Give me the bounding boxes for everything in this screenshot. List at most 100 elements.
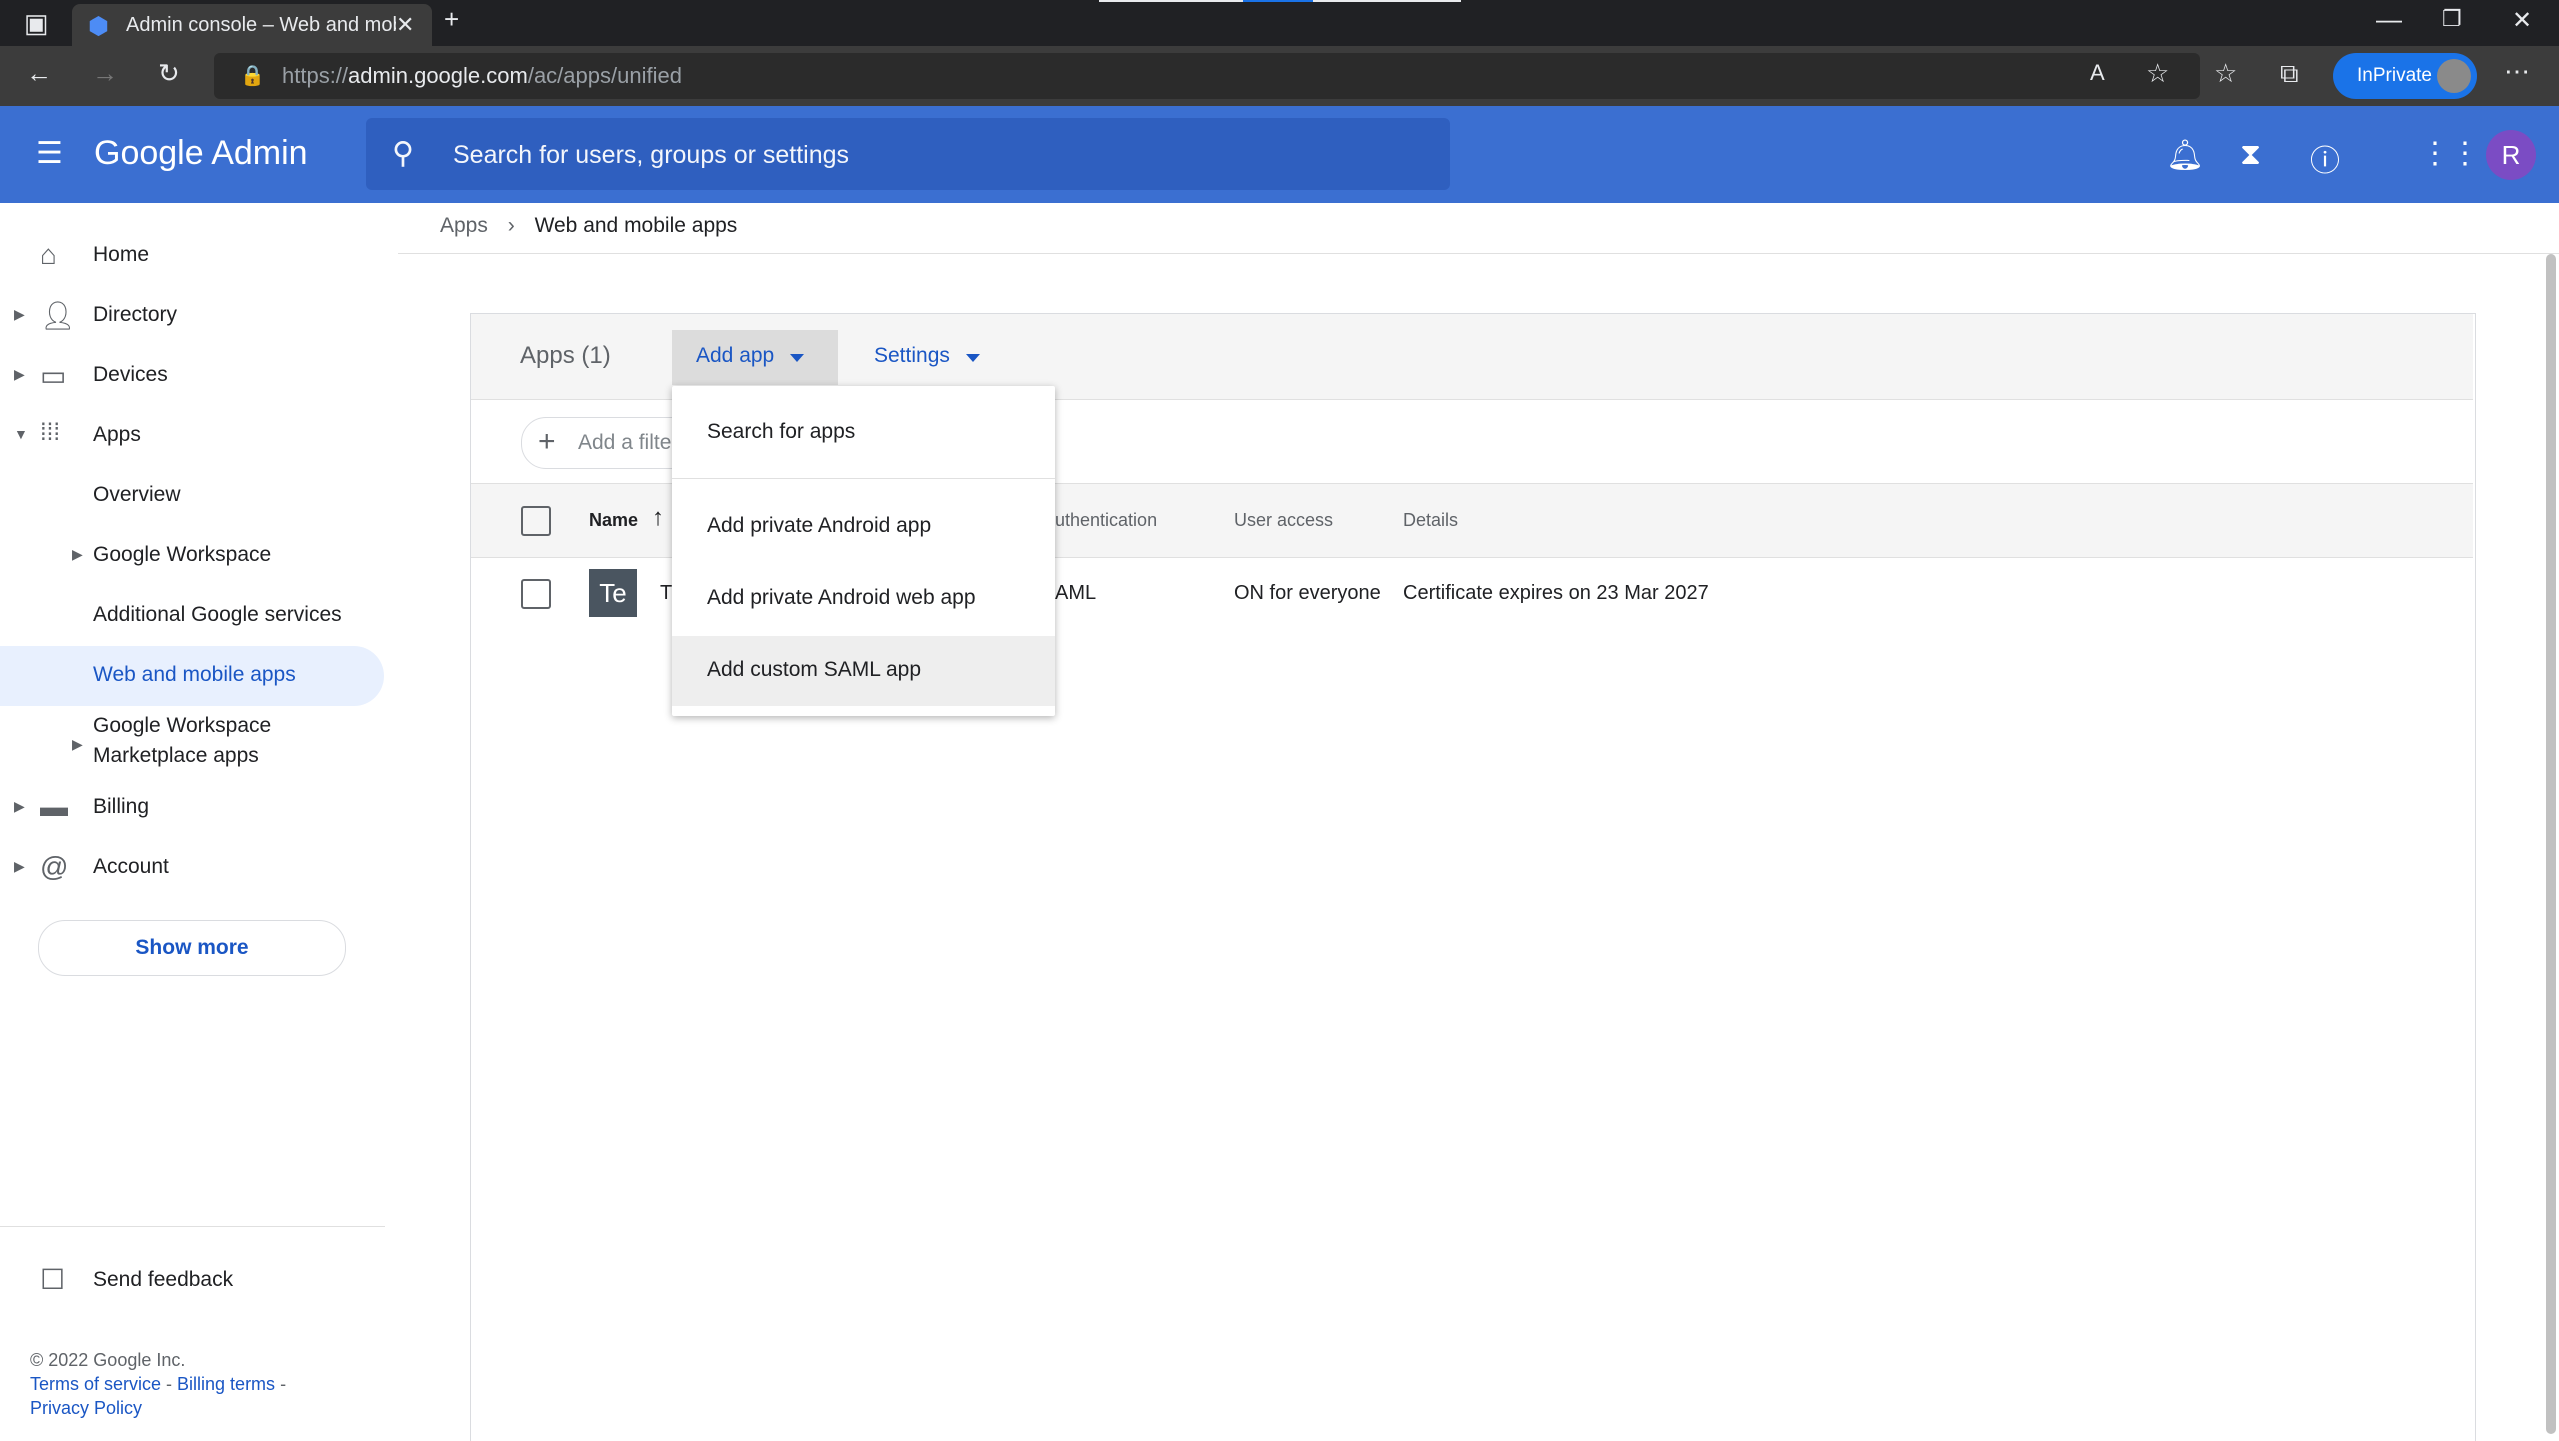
help-icon[interactable]: ⓘ	[2310, 136, 2340, 180]
new-tab-icon[interactable]: +	[444, 4, 459, 35]
breadcrumb-current: Web and mobile apps	[534, 214, 738, 237]
add-app-button[interactable]: Add app	[672, 330, 838, 385]
collapse-arrow-icon[interactable]: ▼	[14, 426, 28, 442]
feedback-icon: ☐	[40, 1264, 66, 1295]
add-app-menu: Search for apps Add private Android app …	[672, 386, 1055, 716]
row-checkbox[interactable]	[521, 579, 551, 609]
sidebar-item-apps[interactable]: ▼ ⁞⁞⁞ Apps	[0, 406, 384, 466]
devices-icon: ▭	[40, 360, 67, 391]
sidebar-item-label: Overview	[93, 483, 181, 506]
app-user-access: ON for everyone	[1234, 582, 1381, 604]
more-menu-icon[interactable]: ⋯	[2504, 56, 2530, 87]
restore-icon[interactable]: ❐	[2442, 6, 2462, 32]
menu-item-private-android-web-app[interactable]: Add private Android web app	[672, 564, 1055, 634]
sidebar-item-label: Directory	[93, 303, 178, 326]
menu-item-search-apps[interactable]: Search for apps	[672, 398, 1055, 468]
breadcrumb-apps[interactable]: Apps	[440, 214, 488, 237]
app-name[interactable]: T	[660, 582, 672, 605]
column-name-header[interactable]: Name	[589, 510, 638, 531]
add-app-label: Add app	[696, 344, 775, 367]
app-authentication: AML	[1055, 582, 1097, 604]
sidebar-item-additional-services[interactable]: Additional Google services	[0, 586, 384, 646]
account-at-icon: @	[40, 851, 69, 882]
url-text: https://admin.google.com/ac/apps/unified	[282, 63, 682, 89]
tab-actions-icon[interactable]: ▣	[24, 8, 49, 39]
back-icon[interactable]: ←	[26, 58, 52, 89]
search-placeholder: Search for users, groups or settings	[453, 141, 850, 169]
expand-arrow-icon[interactable]: ▶	[72, 546, 83, 563]
sidebar-item-label: Billing	[93, 795, 150, 818]
menu-item-custom-saml-app[interactable]: Add custom SAML app	[672, 636, 1055, 706]
url-path: /ac/apps/unified	[527, 63, 682, 88]
google-admin-logo[interactable]: Google Admin	[94, 134, 308, 173]
sidebar-item-account[interactable]: ▶ @ Account	[0, 838, 384, 898]
column-user-access-header[interactable]: User access	[1234, 510, 1333, 531]
sidebar-item-label: Apps	[93, 423, 141, 446]
expand-arrow-icon[interactable]: ▶	[72, 736, 83, 753]
url-field[interactable]: 🔒 https://admin.google.com/ac/apps/unifi…	[214, 53, 2200, 99]
inprivate-button[interactable]: InPrivate	[2333, 53, 2477, 99]
sidebar-item-overview[interactable]: Overview	[0, 466, 384, 526]
main-menu-icon[interactable]: ☰	[36, 136, 63, 171]
home-icon: ⌂	[40, 239, 57, 270]
sidebar-item-label-line2: Marketplace apps	[93, 744, 259, 767]
sidebar-item-label: Additional Google services	[93, 603, 342, 626]
sidebar-item-google-workspace[interactable]: ▶ Google Workspace	[0, 526, 384, 586]
notifications-bell-icon[interactable]: 🔔︎	[2166, 138, 2204, 173]
footer: © 2022 Google Inc. Terms of service - Bi…	[30, 1350, 287, 1418]
show-more-button[interactable]: Show more	[38, 920, 346, 976]
sidebar-item-home[interactable]: ⌂ Home	[0, 226, 384, 286]
refresh-icon[interactable]: ↻	[158, 58, 180, 89]
expand-arrow-icon[interactable]: ▶	[14, 798, 25, 815]
plus-icon: +	[538, 425, 556, 458]
add-filter-label: Add a filte	[578, 431, 672, 454]
admin-favicon-icon: ⬢	[88, 13, 109, 40]
favorites-icon[interactable]: ☆	[2214, 58, 2237, 89]
add-favorite-icon[interactable]: ☆	[2146, 58, 2169, 89]
menu-item-private-android-app[interactable]: Add private Android app	[672, 492, 1055, 562]
forward-icon[interactable]: →	[92, 58, 118, 89]
minimize-icon[interactable]: —	[2376, 4, 2402, 35]
close-tab-icon[interactable]: ✕	[396, 12, 414, 38]
sidebar-item-marketplace-apps[interactable]: ▶ Google Workspace Marketplace apps	[0, 708, 384, 780]
terms-link[interactable]: Terms of service	[30, 1374, 161, 1394]
expand-arrow-icon[interactable]: ▶	[14, 366, 25, 383]
app-tile-icon: Te	[589, 569, 637, 617]
collections-icon[interactable]: ⧉	[2280, 58, 2299, 90]
expand-arrow-icon[interactable]: ▶	[14, 858, 25, 875]
close-window-icon[interactable]: ✕	[2512, 6, 2532, 35]
column-authentication-header[interactable]: uthentication	[1055, 510, 1157, 531]
breadcrumb-chevron-icon: ›	[507, 214, 515, 237]
lock-icon: 🔒	[240, 65, 265, 87]
sidebar-item-web-mobile-apps[interactable]: Web and mobile apps	[0, 646, 384, 706]
menu-item-label: Add private Android app	[707, 514, 932, 537]
page-scrollbar[interactable]	[2546, 254, 2556, 1434]
tasks-hourglass-icon[interactable]: ⧗	[2240, 138, 2261, 172]
search-input[interactable]: ⚲ Search for users, groups or settings	[366, 118, 1450, 190]
sidebar-item-label: Home	[93, 243, 150, 266]
browser-tab[interactable]: ⬢ Admin console – Web and mobile apps ✕	[72, 4, 432, 46]
person-icon: 👤︎	[40, 300, 76, 331]
apps-grid-icon: ⁞⁞⁞	[40, 419, 61, 446]
sidebar-item-billing[interactable]: ▶ ▬ Billing	[0, 778, 384, 838]
privacy-link[interactable]: Privacy Policy	[30, 1398, 142, 1418]
apps-count: Apps (1)	[520, 342, 611, 369]
account-avatar[interactable]: R	[2486, 130, 2536, 180]
expand-arrow-icon[interactable]: ▶	[14, 306, 25, 323]
tab-title: Admin console – Web and mobile apps	[126, 14, 396, 36]
billing-terms-link[interactable]: Billing terms	[177, 1374, 275, 1394]
sidebar-item-label: Web and mobile apps	[93, 663, 296, 686]
breadcrumb: Apps › Web and mobile apps	[440, 214, 737, 238]
sidebar-item-devices[interactable]: ▶ ▭ Devices	[0, 346, 384, 406]
read-aloud-icon[interactable]: A	[2090, 60, 2105, 86]
menu-divider	[672, 478, 1055, 479]
menu-item-label: Add custom SAML app	[707, 658, 921, 681]
column-details-header[interactable]: Details	[1403, 510, 1458, 531]
search-icon: ⚲	[392, 137, 414, 170]
settings-button[interactable]: Settings	[856, 330, 1016, 385]
url-host: admin.google.com	[348, 63, 528, 88]
sort-ascending-icon[interactable]: ↑	[652, 504, 664, 532]
select-all-checkbox[interactable]	[521, 506, 551, 536]
sidebar-item-directory[interactable]: ▶ 👤︎ Directory	[0, 286, 384, 346]
send-feedback-link[interactable]: Send feedback	[93, 1268, 233, 1292]
